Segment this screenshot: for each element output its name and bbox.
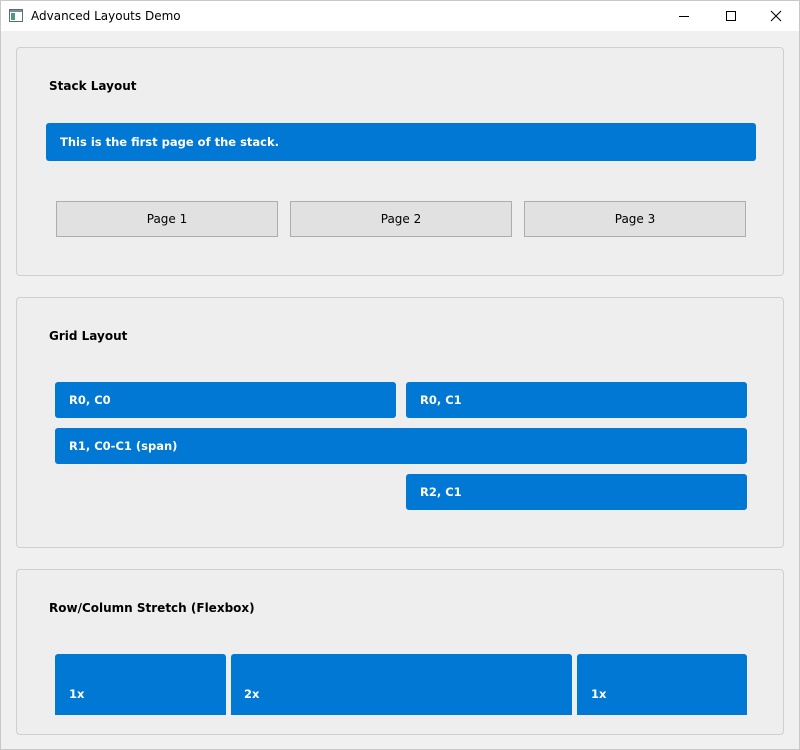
grid-cell-r0-c0: R0, C0	[55, 382, 396, 418]
maximize-button[interactable]	[708, 1, 754, 31]
grid-cell-r0-c1: R0, C1	[406, 382, 747, 418]
title-bar[interactable]: Advanced Layouts Demo	[1, 1, 799, 31]
stack-layout-title: Stack Layout	[49, 79, 137, 93]
stretch-item-1x-left: 1x	[55, 654, 226, 715]
grid-layout-title: Grid Layout	[49, 329, 128, 343]
grid-layout-group: Grid Layout	[16, 297, 784, 548]
grid-cell-r1-span: R1, C0-C1 (span)	[55, 428, 747, 464]
minimize-icon	[679, 16, 689, 17]
page-3-button[interactable]: Page 3	[524, 201, 746, 237]
stack-layout-group: Stack Layout This is the first page of t…	[16, 47, 784, 276]
grid-cell-r2-c1: R2, C1	[406, 474, 747, 510]
app-window-icon	[9, 9, 23, 22]
main-window: Advanced Layouts Demo Stack Layout This …	[0, 0, 800, 750]
stretch-item-2x: 2x	[231, 654, 572, 715]
close-icon	[770, 10, 782, 22]
close-button[interactable]	[753, 1, 799, 31]
stack-page-label: This is the first page of the stack.	[46, 123, 756, 161]
page-2-button[interactable]: Page 2	[290, 201, 512, 237]
maximize-icon	[726, 11, 736, 21]
stretch-layout-title: Row/Column Stretch (Flexbox)	[49, 601, 255, 615]
page-1-button[interactable]: Page 1	[56, 201, 278, 237]
minimize-button[interactable]	[661, 1, 707, 31]
window-title: Advanced Layouts Demo	[31, 9, 181, 23]
stretch-item-1x-right: 1x	[577, 654, 747, 715]
